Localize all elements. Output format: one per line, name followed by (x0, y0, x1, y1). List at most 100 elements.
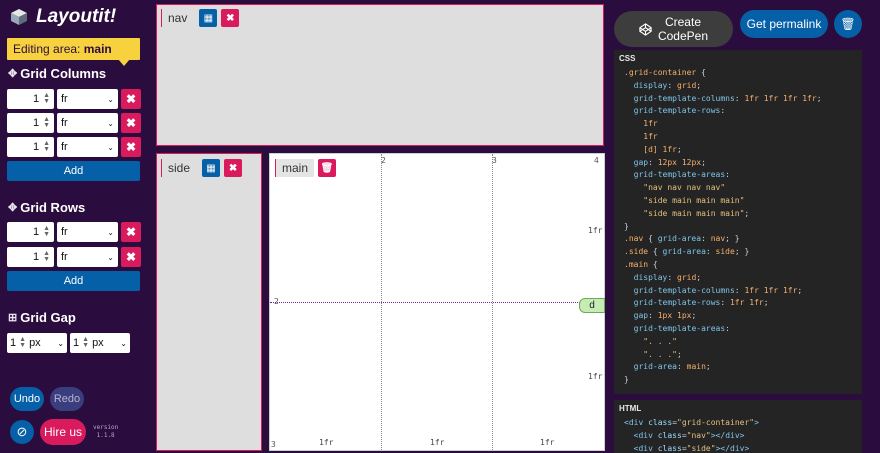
row-gap-value: 1 (73, 337, 80, 349)
spinner-icon[interactable]: ▲ ▼ (43, 250, 50, 263)
main-area-label: main 🗑 (275, 159, 337, 177)
row-size-input[interactable]: 1 ▲ ▼ (7, 222, 54, 242)
html-header: HTML (619, 404, 642, 413)
chevron-down-icon: ⌄ (107, 227, 114, 237)
chevron-down-icon: ⌄ (107, 94, 114, 104)
logo: Layoutit! (10, 6, 116, 28)
column-line-number: 2 (381, 156, 386, 165)
column-row: 1 ▲ ▼ fr ⌄ ✖ (7, 89, 141, 109)
spinner-icon[interactable]: ▲ ▼ (19, 336, 26, 349)
spinner-icon[interactable]: ▲ ▼ (43, 116, 50, 129)
row-unit-select[interactable]: fr ⌄ (57, 222, 118, 242)
grid-rows-heading: ✥ Grid Rows (8, 200, 85, 215)
close-icon[interactable]: ✖ (224, 159, 243, 177)
move-icon: ✥ (8, 68, 18, 80)
row-unit-select[interactable]: fr ⌄ (57, 247, 118, 267)
add-row-button[interactable]: Add (7, 271, 140, 291)
css-code-block: CSS .grid-container { display: grid; gri… (614, 50, 862, 394)
chevron-down-icon: ⌄ (57, 338, 64, 348)
spinner-icon[interactable]: ▲ ▼ (82, 336, 89, 349)
version-number: 1.1.8 (96, 432, 115, 439)
remove-row-button[interactable]: ✖ (121, 247, 141, 267)
row-size-input[interactable]: 1 ▲ ▼ (7, 247, 54, 267)
version-text: version (93, 424, 119, 431)
close-icon[interactable]: ✖ (221, 9, 240, 27)
editing-area-name: main (83, 42, 112, 56)
codepen-label-line: Create (664, 15, 701, 29)
grid-columns-heading: ✥ Grid Columns (8, 66, 106, 81)
side-area-label: side ▦ ✖ (161, 159, 243, 177)
remove-column-button[interactable]: ✖ (121, 137, 141, 157)
move-icon: ✥ (8, 202, 18, 214)
chevron-down-icon: ⌄ (107, 142, 114, 152)
row-gap-unit[interactable]: px (92, 337, 104, 349)
row-row: 1 ▲ ▼ fr ⌄ ✖ (7, 247, 141, 267)
row-line (270, 302, 604, 303)
column-unit-value: fr (61, 93, 68, 105)
cube-icon (11, 9, 27, 25)
column-gap-input[interactable]: 1 ▲ ▼ px ⌄ (7, 333, 67, 353)
column-size-label: 1fr (319, 438, 334, 447)
column-unit-select[interactable]: fr ⌄ (57, 89, 118, 109)
column-line-number: 4 (594, 156, 599, 165)
column-size-input[interactable]: 1 ▲ ▼ (7, 89, 54, 109)
spinner-icon[interactable]: ▲ ▼ (43, 140, 50, 153)
html-code-block: HTML <div class="grid-container"> <div c… (614, 400, 862, 453)
column-unit-value: fr (61, 117, 68, 129)
gap-row: 1 ▲ ▼ px ⌄ 1 ▲ ▼ px ⌄ (7, 333, 130, 353)
grid-icon[interactable]: ▦ (199, 9, 218, 27)
row-line-number: 2 (274, 297, 279, 306)
add-column-button[interactable]: Add (7, 161, 140, 181)
create-codepen-label: Create CodePen (658, 15, 708, 43)
hire-us-button[interactable]: Hire us (40, 419, 86, 445)
column-size-input[interactable]: 1 ▲ ▼ (7, 113, 54, 133)
undo-button[interactable]: Undo (10, 387, 44, 411)
column-size-label: 1fr (430, 438, 445, 447)
column-gap-unit[interactable]: px (29, 337, 41, 349)
column-row: 1 ▲ ▼ fr ⌄ ✖ (7, 113, 141, 133)
main-area[interactable]: 2 3 4 2 3 1fr 1fr 1fr 1fr 1fr (269, 153, 605, 451)
grid-columns-title: Grid Columns (20, 66, 107, 81)
codepen-icon (639, 22, 652, 36)
version-label: version 1.1.8 (93, 424, 118, 440)
row-line-number: 3 (271, 440, 276, 449)
create-codepen-button[interactable]: Create CodePen (614, 11, 733, 47)
remove-column-button[interactable]: ✖ (121, 113, 141, 133)
column-size-input[interactable]: 1 ▲ ▼ (7, 137, 54, 157)
column-unit-select[interactable]: fr ⌄ (57, 137, 118, 157)
compass-icon[interactable]: ⊘ (10, 420, 34, 444)
editing-area-banner: Editing area: main (7, 38, 140, 66)
trash-icon[interactable]: 🗑 (834, 10, 862, 38)
spinner-icon[interactable]: ▲ ▼ (43, 92, 50, 105)
row-size-label: 1fr (588, 372, 603, 381)
chevron-down-icon: ⌄ (107, 118, 114, 128)
chevron-down-icon: ⌄ (107, 252, 114, 262)
column-size-value: 1 (32, 141, 40, 153)
row-gap-input[interactable]: 1 ▲ ▼ px ⌄ (70, 333, 130, 353)
side-area[interactable] (156, 153, 262, 451)
row-unit-value: fr (61, 226, 68, 238)
app-title: Layoutit! (36, 6, 117, 27)
side-area-tag: side (161, 159, 190, 177)
trash-icon[interactable]: 🗑 (318, 159, 337, 177)
column-size-value: 1 (32, 117, 40, 129)
column-gap-value: 1 (10, 337, 17, 349)
main-area-tag: main (275, 159, 315, 177)
row-unit-value: fr (61, 251, 68, 263)
subarea-pill[interactable]: d (579, 298, 605, 313)
grid-icon: ⊞ (8, 312, 18, 324)
codepen-label-line: CodePen (657, 29, 709, 43)
grid-icon[interactable]: ▦ (202, 159, 221, 177)
spinner-icon[interactable]: ▲ ▼ (43, 225, 50, 238)
chevron-down-icon: ⌄ (120, 338, 127, 348)
grid-gap-title: Grid Gap (20, 310, 76, 325)
remove-row-button[interactable]: ✖ (121, 222, 141, 242)
get-permalink-button[interactable]: Get permalink (740, 10, 828, 38)
column-size-label: 1fr (540, 438, 555, 447)
row-size-value: 1 (32, 251, 40, 263)
redo-button[interactable]: Redo (50, 387, 84, 411)
remove-column-button[interactable]: ✖ (121, 89, 141, 109)
editing-prefix: Editing area: (13, 42, 84, 56)
row-size-value: 1 (32, 226, 40, 238)
column-unit-select[interactable]: fr ⌄ (57, 113, 118, 133)
